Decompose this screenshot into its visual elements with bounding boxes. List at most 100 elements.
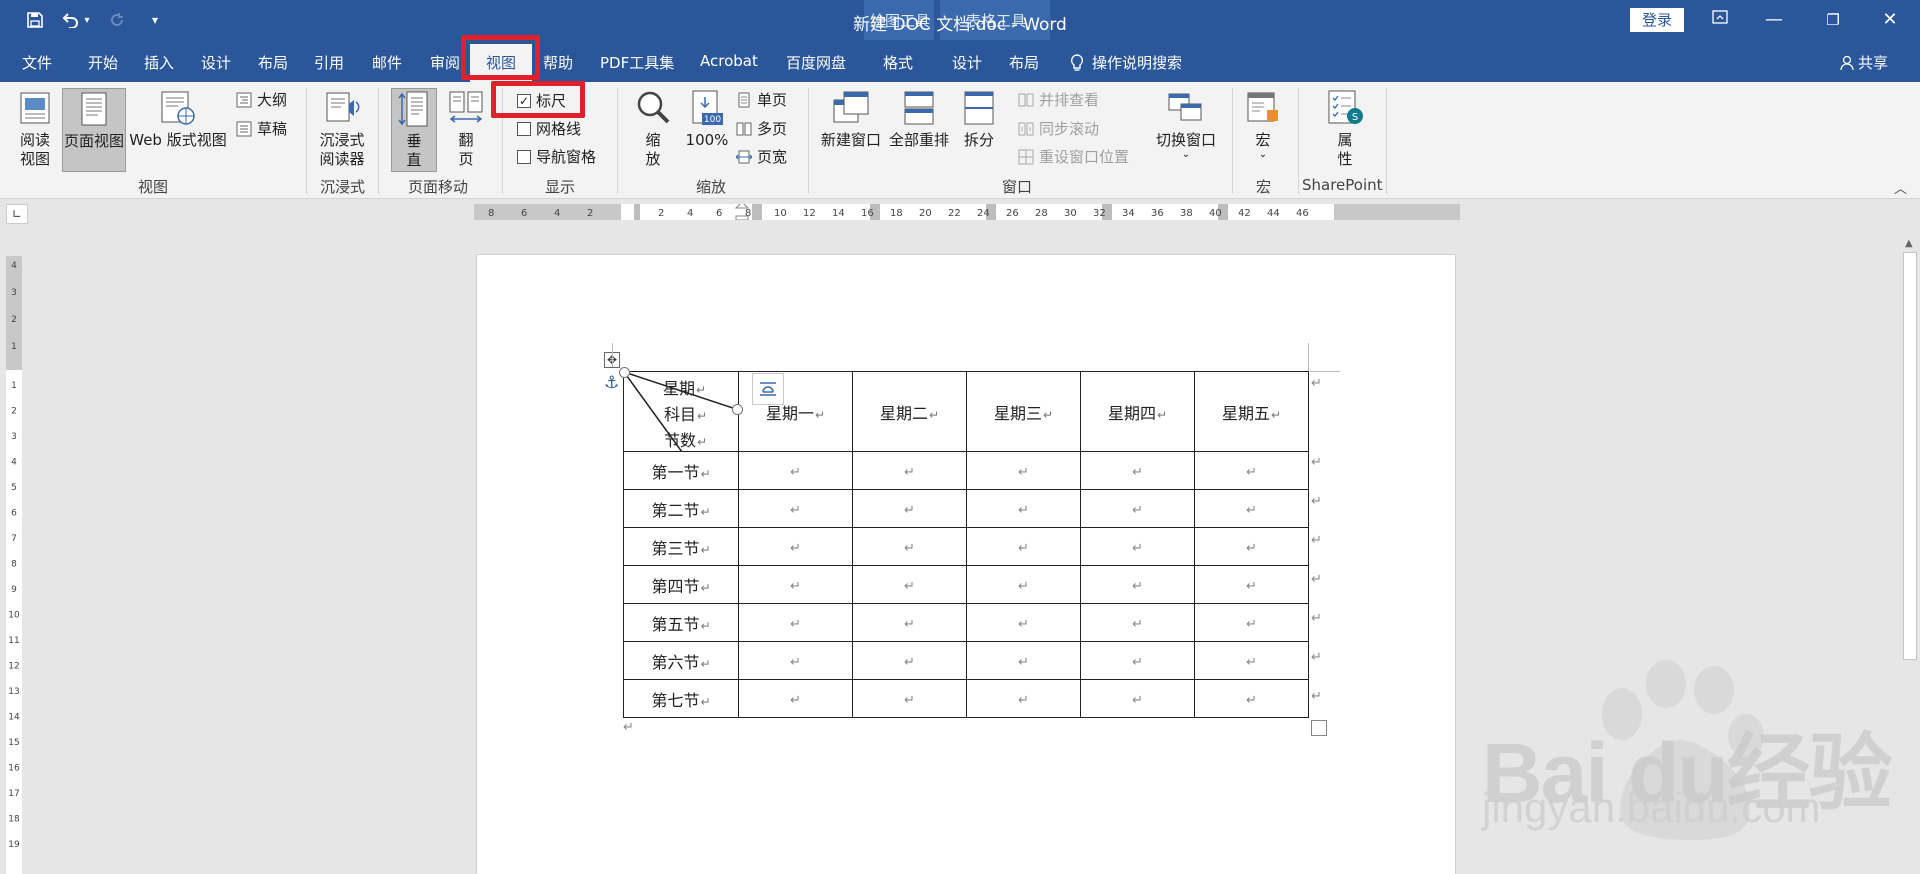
undo-dropdown-icon[interactable]: ▾: [80, 8, 94, 32]
shape-handle-icon[interactable]: [732, 404, 743, 415]
tab-layout[interactable]: 布局: [258, 52, 288, 73]
immersive-reader-button[interactable]: 沉浸式 阅读器: [314, 88, 370, 172]
tab-baidu-netdisk[interactable]: 百度网盘: [786, 52, 846, 73]
table-cell[interactable]: ↵: [738, 451, 853, 490]
vertical-ruler[interactable]: 432112345678910111213141516171819: [6, 256, 22, 874]
new-window-button[interactable]: 新建窗口: [818, 88, 884, 172]
scrollbar-thumb[interactable]: [1903, 252, 1917, 660]
table-cell[interactable]: ↵: [852, 603, 967, 642]
tab-mailings[interactable]: 邮件: [372, 52, 402, 73]
ruler-check-icon[interactable]: ✓: [517, 93, 531, 108]
tab-insert[interactable]: 插入: [144, 52, 174, 73]
tell-me-search[interactable]: 操作说明搜索: [1070, 52, 1182, 73]
schedule-table[interactable]: 星期↵ 科目↵ 节数↵ 星期一↵ 星期二↵ 星期三↵ 星期四↵ 星期五↵ 第一节…: [619, 367, 1309, 718]
close-icon[interactable]: ✕: [1867, 4, 1913, 36]
header-cell[interactable]: 星期五↵: [1194, 371, 1309, 452]
zoom-100-button[interactable]: 100 100%: [684, 88, 730, 172]
nav-pane-checkbox[interactable]: 导航窗格: [517, 146, 596, 167]
table-cell[interactable]: ↵: [852, 565, 967, 604]
nav-pane-check-icon[interactable]: [517, 149, 531, 164]
tab-references[interactable]: 引用: [314, 52, 344, 73]
tab-table-design[interactable]: 设计: [952, 52, 982, 73]
table-cell[interactable]: ↵: [1194, 489, 1309, 528]
web-layout-button[interactable]: Web 版式视图: [128, 88, 228, 172]
restore-icon[interactable]: ❐: [1810, 4, 1856, 36]
table-cell[interactable]: ↵: [852, 527, 967, 566]
read-mode-button[interactable]: 阅读 视图: [10, 88, 60, 172]
table-cell[interactable]: ↵: [1194, 527, 1309, 566]
tab-file[interactable]: 文件: [22, 52, 52, 73]
share-button[interactable]: 共享: [1840, 52, 1888, 73]
properties-button[interactable]: S 属 性: [1320, 88, 1370, 172]
gridlines-check-icon[interactable]: [517, 121, 531, 136]
table-cell[interactable]: ↵: [738, 603, 853, 642]
table-cell[interactable]: ↵: [1080, 451, 1195, 490]
split-button[interactable]: 拆分: [954, 88, 1004, 172]
horizontal-ruler[interactable]: 8 6 4 2 2 4 6 8 10 12 14 16 18 20 22 24 26 28 30 32 34 36 38 40…: [474, 204, 1460, 220]
tab-format[interactable]: 格式: [883, 52, 913, 73]
minimize-icon[interactable]: —: [1751, 4, 1797, 36]
save-icon[interactable]: [22, 8, 48, 32]
header-cell[interactable]: 星期四↵: [1080, 371, 1195, 452]
outline-button[interactable]: 大纲: [236, 89, 287, 110]
tab-home[interactable]: 开始: [88, 52, 118, 73]
table-cell[interactable]: ↵: [1194, 641, 1309, 680]
table-cell[interactable]: ↵: [738, 489, 853, 528]
period-cell[interactable]: 第一节↵: [623, 451, 739, 490]
table-cell[interactable]: ↵: [738, 527, 853, 566]
period-cell[interactable]: 第七节↵: [623, 679, 739, 718]
table-cell[interactable]: ↵: [1194, 679, 1309, 718]
print-layout-button[interactable]: 页面视图: [62, 88, 126, 172]
draft-button[interactable]: 草稿: [236, 118, 287, 139]
diagonal-header-cell[interactable]: 星期↵ 科目↵ 节数↵: [619, 367, 743, 452]
vertical-scrollbar[interactable]: ▲: [1900, 234, 1920, 874]
period-cell[interactable]: 第三节↵: [623, 527, 739, 566]
collapse-ribbon-icon[interactable]: ︿: [1894, 178, 1907, 197]
ruler-checkbox[interactable]: ✓ 标尺: [517, 90, 566, 111]
table-cell[interactable]: ↵: [966, 603, 1081, 642]
table-cell[interactable]: ↵: [966, 451, 1081, 490]
table-cell[interactable]: ↵: [852, 489, 967, 528]
table-cell[interactable]: ↵: [1080, 489, 1195, 528]
table-cell[interactable]: ↵: [1080, 603, 1195, 642]
tab-design[interactable]: 设计: [201, 52, 231, 73]
table-cell[interactable]: ↵: [966, 679, 1081, 718]
customize-toolbar-icon[interactable]: ▾: [142, 8, 168, 32]
side-to-side-button[interactable]: 翻 页: [443, 88, 489, 172]
scroll-up-icon[interactable]: ▲: [1905, 238, 1913, 249]
ribbon-display-icon[interactable]: [1697, 4, 1743, 36]
period-cell[interactable]: 第六节↵: [623, 641, 739, 680]
table-resize-handle[interactable]: [1311, 720, 1327, 736]
table-cell[interactable]: ↵: [852, 679, 967, 718]
tab-selector[interactable]: ∟: [6, 204, 28, 224]
table-cell[interactable]: ↵: [966, 641, 1081, 680]
vertical-scroll-button[interactable]: 垂 直: [391, 88, 437, 172]
table-cell[interactable]: ↵: [1080, 565, 1195, 604]
shape-handle-icon[interactable]: [619, 367, 630, 378]
tab-review[interactable]: 审阅: [430, 52, 460, 73]
zoom-button[interactable]: 缩 放: [628, 88, 678, 172]
table-cell[interactable]: ↵: [738, 565, 853, 604]
period-cell[interactable]: 第五节↵: [623, 603, 739, 642]
header-cell[interactable]: 星期三↵: [966, 371, 1081, 452]
macros-button[interactable]: 宏 ⌄: [1240, 88, 1286, 172]
table-cell[interactable]: ↵: [852, 451, 967, 490]
table-cell[interactable]: ↵: [738, 641, 853, 680]
tab-table-layout[interactable]: 布局: [1009, 52, 1039, 73]
period-cell[interactable]: 第二节↵: [623, 489, 739, 528]
table-cell[interactable]: ↵: [738, 679, 853, 718]
page-width-button[interactable]: 页宽: [736, 146, 787, 167]
arrange-all-button[interactable]: 全部重排: [886, 88, 952, 172]
multi-page-button[interactable]: 多页: [736, 118, 787, 139]
table-cell[interactable]: ↵: [1194, 451, 1309, 490]
layout-options-button[interactable]: [752, 373, 784, 405]
switch-windows-button[interactable]: 切换窗口 ⌄: [1150, 88, 1222, 172]
table-cell[interactable]: ↵: [1194, 603, 1309, 642]
table-cell[interactable]: ↵: [966, 527, 1081, 566]
header-cell[interactable]: 星期二↵: [852, 371, 967, 452]
tab-acrobat[interactable]: Acrobat: [700, 52, 758, 70]
login-button[interactable]: 登录: [1630, 8, 1684, 32]
period-cell[interactable]: 第四节↵: [623, 565, 739, 604]
tab-pdf-tools[interactable]: PDF工具集: [600, 52, 674, 73]
gridlines-checkbox[interactable]: 网格线: [517, 118, 581, 139]
